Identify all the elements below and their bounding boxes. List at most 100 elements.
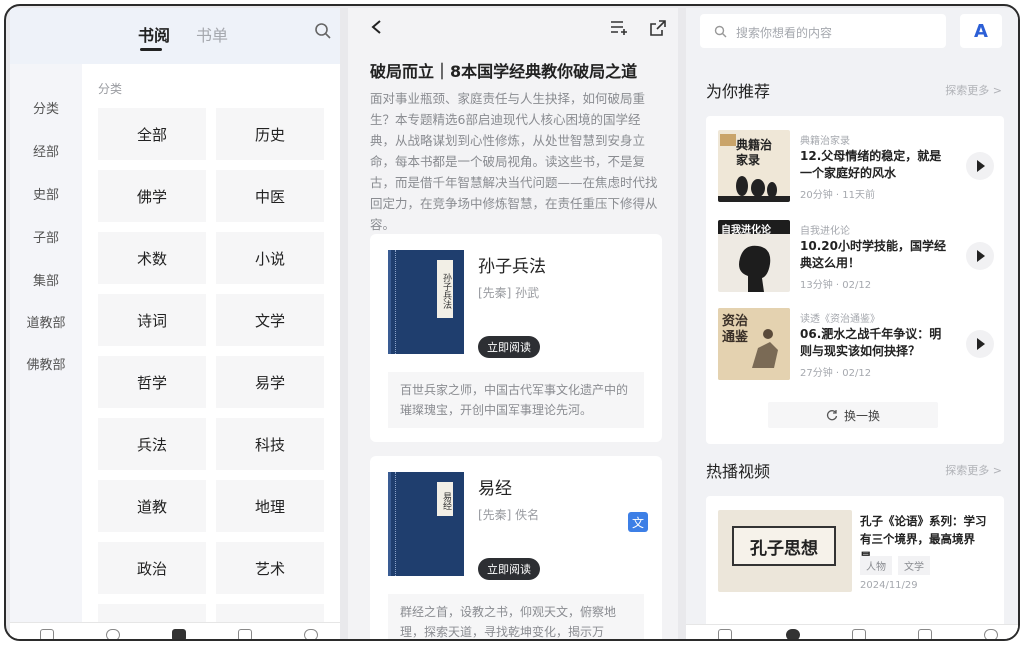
playlist-icon[interactable] [610, 20, 628, 36]
audio-meta: 27分钟 · 02/12 [800, 368, 872, 379]
nav-profile-icon[interactable] [984, 629, 998, 639]
category-grid-area: 分类 全部 历史 佛学 中医 术数 小说 诗词 文学 哲学 易学 兵法 科技 道… [82, 64, 340, 624]
nav-profile-icon[interactable] [304, 629, 318, 639]
tab-book-list[interactable]: 书单 [196, 22, 228, 46]
booklist-description: 面对事业瓶颈、家庭责任与人生抉择，如何破局重生？本专题精选6部启迪现代人核心困境… [370, 91, 658, 232]
search-icon [714, 25, 727, 38]
category-philosophy[interactable]: 哲学 [98, 356, 206, 408]
category-novel[interactable]: 小说 [216, 232, 324, 284]
book-author: [先秦] 佚名 [478, 508, 540, 522]
category-poetry[interactable]: 诗词 [98, 294, 206, 346]
audio-source: 典籍治家录 [800, 136, 850, 147]
category-all[interactable]: 全部 [98, 108, 206, 160]
category-yixue[interactable]: 易学 [216, 356, 324, 408]
sidebar-item-category[interactable]: 分类 [10, 98, 82, 117]
ai-assistant-icon[interactable]: A [960, 14, 1002, 48]
audio-title[interactable]: 12.父母情绪的稳定，就是一个家庭好的风水 [800, 148, 950, 182]
book-cover[interactable]: 孙子兵法 [388, 250, 464, 354]
category-cell-partial [98, 604, 206, 624]
video-tag[interactable]: 人物 [860, 556, 892, 575]
audio-source: 自我进化论 [800, 226, 850, 237]
sidebar-item-daojiaobu[interactable]: 道教部 [10, 312, 82, 331]
refresh-button[interactable]: 换一换 [768, 402, 938, 428]
search-bar[interactable]: 搜索你想看的内容 [700, 14, 946, 48]
video-date: 2024/11/29 [860, 580, 918, 591]
cover-title-label: 易经 [437, 482, 453, 516]
sidebar-item-jingbu[interactable]: 经部 [10, 141, 82, 160]
recommend-more-link[interactable]: 探索更多 > [945, 82, 1002, 98]
book-cover[interactable]: 易经 [388, 472, 464, 576]
play-button[interactable] [966, 152, 994, 180]
nav-home-icon[interactable] [718, 629, 732, 639]
book-card[interactable]: 孙子兵法 孙子兵法 [先秦] 孙武 立即阅读 百世兵家之师，中国古代军事文化遗产… [370, 234, 662, 442]
play-button[interactable] [966, 330, 994, 358]
category-art[interactable]: 艺术 [216, 542, 324, 594]
audio-source: 读透《资治通鉴》 [800, 314, 880, 325]
video-tag[interactable]: 文学 [898, 556, 930, 575]
nav-shelf-icon[interactable] [918, 629, 932, 639]
category-literature[interactable]: 文学 [216, 294, 324, 346]
category-politics[interactable]: 政治 [98, 542, 206, 594]
video-section-title: 热播视频 [706, 462, 771, 481]
translate-icon[interactable]: 文 [628, 512, 648, 532]
video-thumb-title: 孔子思想 [732, 526, 836, 566]
booklist-header [348, 8, 678, 48]
refresh-icon [826, 410, 838, 421]
book-title[interactable]: 孙子兵法 [478, 252, 546, 277]
list-item[interactable]: 典籍治家录 典籍治家录 12.父母情绪的稳定，就是一个家庭好的风水 20分钟 ·… [718, 130, 1002, 206]
audio-meta: 20分钟 · 11天前 [800, 190, 875, 201]
category-history[interactable]: 历史 [216, 108, 324, 160]
book-card[interactable]: 易经 易经 [先秦] 佚名 文 立即阅读 群经之首，设教之书，仰观天文，俯察地理… [370, 456, 662, 639]
tab-book-reading[interactable]: 书阅 [138, 22, 170, 46]
list-item[interactable]: 自我进化论 自我进化论 10.20小时学技能，国学经典这么用！ 13分钟 · 0… [718, 220, 1002, 296]
category-geography[interactable]: 地理 [216, 480, 324, 532]
list-item[interactable]: 资治通鉴 读透《资治通鉴》 06.淝水之战千年争议：明则与现实该如何抉择？ 27… [718, 308, 1002, 384]
audio-thumbnail: 典籍治家录 [718, 130, 790, 202]
nav-library-icon[interactable] [172, 629, 186, 639]
nav-shelf-icon[interactable] [238, 629, 252, 639]
category-tcm[interactable]: 中医 [216, 170, 324, 222]
audio-thumbnail: 资治通鉴 [718, 308, 790, 380]
search-placeholder: 搜索你想看的内容 [736, 26, 833, 40]
search-icon[interactable] [314, 22, 332, 40]
book-author: [先秦] 孙武 [478, 286, 540, 300]
book-summary: 群经之首，设教之书，仰观天文，俯察地理，探索天道，寻找乾坤变化，揭示万 [388, 594, 644, 639]
sidebar-item-shibu[interactable]: 史部 [10, 184, 82, 203]
category-taoism[interactable]: 道教 [98, 480, 206, 532]
category-military[interactable]: 兵法 [98, 418, 206, 470]
back-arrow-icon[interactable] [370, 20, 384, 34]
active-tab-underline [140, 48, 162, 51]
thumbnail-title: 典籍治家录 [736, 138, 773, 167]
cover-binding [395, 472, 397, 576]
video-card[interactable]: 孔子思想 孔子《论语》系列：学习有三个境界，最高境界是… 人物 文学 2024/… [706, 496, 1004, 636]
video-thumbnail[interactable]: 孔子思想 [718, 510, 852, 592]
book-title[interactable]: 易经 [478, 474, 512, 499]
read-now-button[interactable]: 立即阅读 [478, 558, 540, 580]
nav-discover-icon[interactable] [106, 629, 120, 639]
nav-discover-icon[interactable] [786, 629, 800, 639]
recommend-card: 典籍治家录 典籍治家录 12.父母情绪的稳定，就是一个家庭好的风水 20分钟 ·… [706, 116, 1004, 444]
nav-library-icon[interactable] [852, 629, 866, 639]
category-cell-partial [216, 604, 324, 624]
category-technology[interactable]: 科技 [216, 418, 324, 470]
category-section-label: 分类 [98, 82, 123, 96]
video-more-link[interactable]: 探索更多 > [945, 462, 1002, 478]
sidebar-item-fojiaobu[interactable]: 佛教部 [10, 354, 82, 373]
book-summary: 百世兵家之师，中国古代军事文化遗产中的璀璨瑰宝，开创中国军事理论先河。 [388, 372, 644, 428]
read-now-button[interactable]: 立即阅读 [478, 336, 540, 358]
sidebar-item-jibu[interactable]: 集部 [10, 270, 82, 289]
thumbnail-title: 资治通鉴 [722, 314, 749, 345]
audio-meta: 13分钟 · 02/12 [800, 280, 872, 291]
audio-thumbnail: 自我进化论 [718, 220, 790, 292]
cover-title-label: 孙子兵法 [437, 260, 453, 318]
category-panel: 书阅 书单 分类 经部 史部 子部 集部 道教部 佛教部 分类 全部 历史 佛学… [10, 8, 340, 639]
category-divination[interactable]: 术数 [98, 232, 206, 284]
audio-title[interactable]: 06.淝水之战千年争议：明则与现实该如何抉择？ [800, 326, 950, 360]
audio-title[interactable]: 10.20小时学技能，国学经典这么用！ [800, 238, 950, 272]
sidebar-item-zibu[interactable]: 子部 [10, 227, 82, 246]
play-button[interactable] [966, 242, 994, 270]
share-icon[interactable] [650, 20, 666, 36]
nav-home-icon[interactable] [40, 629, 54, 639]
category-header: 书阅 书单 [10, 8, 340, 64]
category-buddhism[interactable]: 佛学 [98, 170, 206, 222]
